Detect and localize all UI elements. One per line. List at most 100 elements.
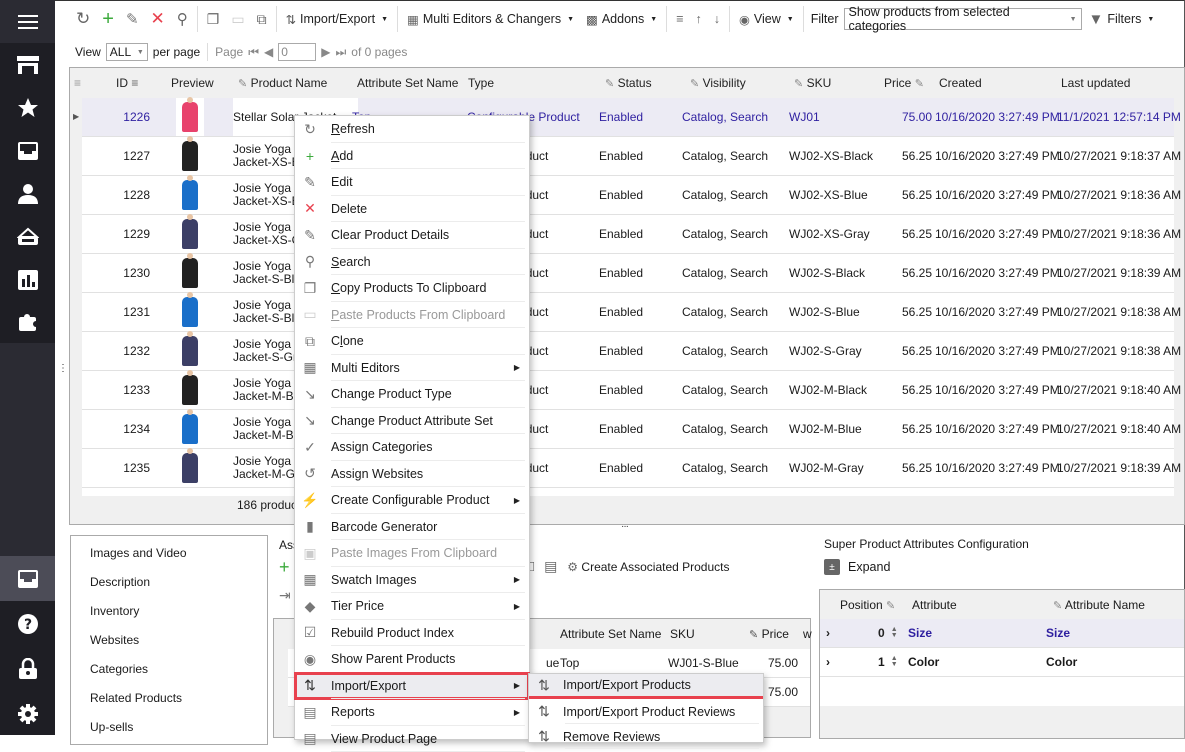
sidebar-item-reports[interactable] — [0, 258, 55, 301]
paste-button[interactable]: ▭ — [226, 6, 249, 32]
col-last-updated[interactable]: Last updated — [1061, 76, 1130, 90]
menu-item-import-export[interactable]: ⇅Import/Export▶ — [295, 673, 529, 700]
col-attribute-name[interactable]: ✎ Attribute Name — [1053, 598, 1145, 612]
table-row[interactable]: 1228Josie YogaJacket-XS-BlueTopSimple Pr… — [82, 176, 1174, 215]
col-preview[interactable]: Preview — [171, 76, 214, 90]
menu-item-assign-categories[interactable]: ✓Assign Categories — [295, 434, 529, 461]
col-id[interactable]: ID ≡ — [116, 76, 138, 90]
menu-item-swatch-images[interactable]: ▦Swatch Images▶ — [295, 567, 529, 594]
move-up-button[interactable]: ↑ — [690, 6, 706, 32]
col-price[interactable]: Price ✎ — [884, 76, 924, 90]
import-export-dropdown[interactable]: ⇅Import/Export▼ — [281, 6, 393, 32]
sidebar-item-addons[interactable] — [0, 301, 55, 344]
add-button[interactable]: + — [97, 6, 119, 32]
table-row[interactable]: 1230Josie YogaJacket-S-BlackTopSimple Pr… — [82, 254, 1174, 293]
menu-item-delete[interactable]: ✕Delete — [295, 196, 529, 223]
submenu-item-import-export-product-reviews[interactable]: ⇅Import/Export Product Reviews — [529, 699, 763, 724]
sidebar-item-lock[interactable] — [0, 646, 55, 691]
filters-dropdown[interactable]: ▼Filters▼ — [1084, 6, 1160, 32]
delete-button[interactable]: ✕ — [146, 6, 170, 32]
create-associated-button[interactable]: ⚙ Create Associated Products — [567, 560, 729, 574]
horizontal-splitter[interactable]: ··· — [621, 521, 628, 532]
col-price[interactable]: ✎ Price — [749, 627, 789, 641]
sidebar-menu-button[interactable] — [0, 0, 55, 43]
col-position[interactable]: Position ✎ — [840, 598, 895, 612]
first-page-button[interactable]: ⏮ — [248, 45, 259, 60]
col-status[interactable]: ✎ Status — [605, 76, 652, 90]
table-row[interactable]: ▶1226Stellar Solar JacketTopConfigurable… — [82, 98, 1174, 137]
per-page-select[interactable]: ALL▼ — [106, 43, 148, 61]
menu-item-change-product-attribute-set[interactable]: ↘Change Product Attribute Set — [295, 408, 529, 435]
addons-dropdown[interactable]: ▩Addons▼ — [581, 6, 662, 32]
submenu-item-remove-reviews[interactable]: ⇅Remove Reviews — [529, 724, 763, 749]
col-product-name[interactable]: ✎ Product Name — [238, 76, 327, 90]
menu-item-clone[interactable]: ⧉Clone — [295, 328, 529, 355]
expand-row-icon[interactable]: › — [826, 619, 830, 647]
filter-select[interactable]: Show products from selected categories▼ — [844, 8, 1082, 30]
detail-tab[interactable]: Description — [71, 567, 267, 596]
multi-editors-dropdown[interactable]: ▦Multi Editors & Changers▼ — [402, 6, 579, 32]
search-button[interactable]: ⚲ — [172, 6, 193, 32]
expand-button[interactable]: ±Expand — [824, 559, 890, 575]
menu-item-multi-editors[interactable]: ▦Multi Editors▶ — [295, 355, 529, 382]
add-list-icon[interactable]: ▤ — [544, 558, 557, 575]
move-down-button[interactable]: ↓ — [709, 6, 725, 32]
menu-item-clear-product-details[interactable]: ✎Clear Product Details — [295, 222, 529, 249]
menu-item-tier-price[interactable]: ◆Tier Price▶ — [295, 593, 529, 620]
super-attribute-row[interactable]: › 0▲▼ Size Size — [820, 619, 1184, 648]
col-type[interactable]: Type — [468, 76, 494, 90]
menu-item-assign-websites[interactable]: ↺Assign Websites — [295, 461, 529, 488]
clone-button[interactable]: ⧉ — [252, 6, 272, 32]
sidebar-item-store[interactable] — [0, 43, 55, 86]
sidebar-item-help[interactable]: ? — [0, 601, 55, 646]
table-row[interactable]: 1229Josie YogaJacket-XS-GrayTopSimple Pr… — [82, 215, 1174, 254]
refresh-button[interactable]: ↻ — [71, 6, 95, 32]
col-weight[interactable]: w — [803, 627, 812, 641]
menu-item-view-product-page[interactable]: ▤View Product Page — [295, 726, 529, 752]
col-sku[interactable]: SKU — [670, 627, 695, 641]
last-page-button[interactable]: ⏭ — [335, 45, 346, 60]
menu-item-rebuild-product-index[interactable]: ☑Rebuild Product Index — [295, 620, 529, 647]
col-attribute-set[interactable]: Attribute Set Name — [357, 76, 458, 90]
vertical-splitter[interactable]: ⋮ — [58, 363, 67, 374]
detail-tab[interactable]: Images and Video — [71, 538, 267, 567]
table-row[interactable]: 1233Josie YogaJacket-M-BlackTopSimple Pr… — [82, 371, 1174, 410]
prev-page-button[interactable]: ◀ — [264, 45, 273, 59]
expand-row-icon[interactable]: › — [826, 648, 830, 676]
column-chooser-icon[interactable]: ≡ — [74, 76, 81, 90]
menu-item-copy-products-to-clipboard[interactable]: ❐Copy Products To Clipboard — [295, 275, 529, 302]
menu-item-add[interactable]: +Add — [295, 143, 529, 170]
attach-products-icon[interactable]: ⇥ — [279, 587, 291, 604]
sidebar-item-products[interactable] — [0, 129, 55, 172]
detail-tab[interactable]: Websites — [71, 625, 267, 654]
sidebar-item-product-editor[interactable] — [0, 556, 55, 601]
detail-tab[interactable]: Inventory — [71, 596, 267, 625]
sidebar-item-settings[interactable] — [0, 691, 55, 736]
submenu-item-import-export-products[interactable]: ⇅Import/Export Products — [529, 674, 763, 699]
add-associated-button[interactable]: + — [279, 557, 290, 578]
table-row[interactable]: 1235Josie YogaJacket-M-GrayTopSimple Pro… — [82, 449, 1174, 488]
menu-item-edit[interactable]: ✎Edit — [295, 169, 529, 196]
menu-item-show-parent-products[interactable]: ◉Show Parent Products — [295, 646, 529, 673]
edit-button[interactable]: ✎ — [121, 6, 144, 32]
sidebar-item-favorites[interactable] — [0, 86, 55, 129]
detail-tab[interactable]: Categories — [71, 654, 267, 683]
view-dropdown[interactable]: ◉View▼ — [734, 6, 799, 32]
detail-tab[interactable]: Up-sells — [71, 712, 267, 741]
copy-button[interactable]: ❐ — [202, 6, 225, 32]
table-row[interactable]: 1234Josie YogaJacket-M-BlueTopSimple Pro… — [82, 410, 1174, 449]
menu-item-change-product-type[interactable]: ↘Change Product Type — [295, 381, 529, 408]
col-created[interactable]: Created — [939, 76, 982, 90]
menu-item-refresh[interactable]: ↻Refresh — [295, 116, 529, 143]
table-row[interactable]: 1232Josie YogaJacket-S-GrayTopSimple Pro… — [82, 332, 1174, 371]
col-sku[interactable]: ✎ SKU — [794, 76, 831, 90]
table-row[interactable]: 1227Josie YogaJacket-XS-BlackTopSimple P… — [82, 137, 1174, 176]
detail-tab[interactable]: Related Products — [71, 683, 267, 712]
table-row[interactable]: 1231Josie YogaJacket-S-BlueTopSimple Pro… — [82, 293, 1174, 332]
col-attr-set[interactable]: Attribute Set Name — [560, 627, 661, 641]
page-input[interactable] — [278, 43, 316, 61]
menu-item-reports[interactable]: ▤Reports▶ — [295, 699, 529, 726]
col-visibility[interactable]: ✎ Visibility — [690, 76, 746, 90]
sidebar-item-customers[interactable] — [0, 172, 55, 215]
menu-item-search[interactable]: ⚲Search — [295, 249, 529, 276]
